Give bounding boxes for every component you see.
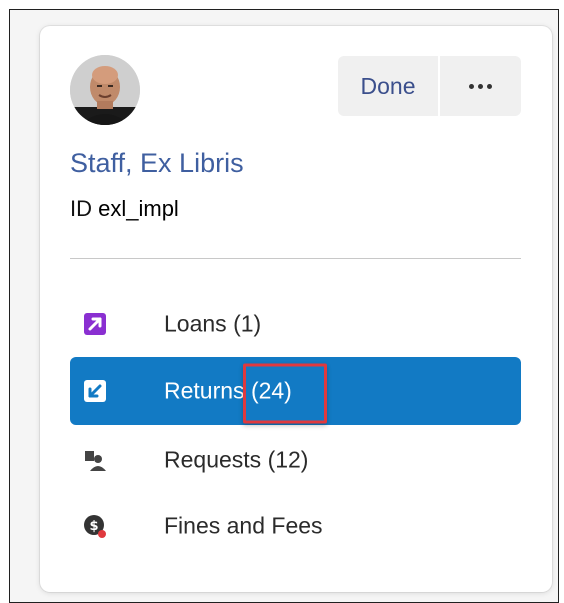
nav-item-label: Fines and Fees (164, 512, 323, 539)
patron-id-value: exl_impl (98, 196, 179, 221)
nav-item-returns[interactable]: Returns (24) (70, 357, 521, 425)
patron-name-link[interactable]: Staff, Ex Libris (70, 148, 244, 179)
fines-icon: $ (82, 513, 108, 539)
nav-item-label: Requests (12) (164, 446, 309, 473)
more-options-button[interactable] (440, 56, 521, 116)
returns-count-highlight: (24) (242, 363, 327, 424)
patron-id-label: ID (70, 196, 92, 221)
done-button[interactable]: Done (338, 56, 438, 116)
patron-id: ID exl_impl (70, 196, 179, 222)
nav-item-requests[interactable]: Requests (12) (70, 428, 521, 492)
divider (70, 258, 521, 259)
more-options-icon (469, 83, 492, 89)
nav-item-loans[interactable]: Loans (1) (70, 292, 521, 356)
svg-text:$: $ (89, 519, 98, 534)
returns-icon (82, 378, 108, 404)
nav-item-label: Returns (24) (164, 363, 327, 424)
loans-icon (82, 311, 108, 337)
avatar (70, 55, 140, 125)
nav-item-label: Loans (1) (164, 310, 262, 337)
nav-item-fines-and-fees[interactable]: $ Fines and Fees (70, 494, 521, 558)
requests-icon (82, 447, 108, 473)
